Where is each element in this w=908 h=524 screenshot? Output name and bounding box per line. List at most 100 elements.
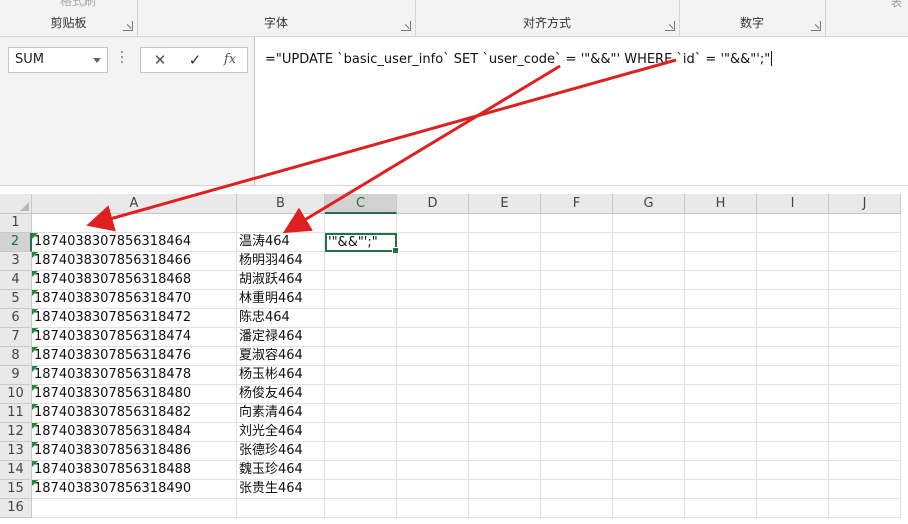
cell-i8[interactable] [757,347,829,366]
cell-j4[interactable] [829,271,901,290]
row-header[interactable]: 4 [0,271,32,290]
cell-j16[interactable] [829,499,901,518]
cell-j10[interactable] [829,385,901,404]
cell-j14[interactable] [829,461,901,480]
cell-d13[interactable] [397,442,469,461]
cell-f11[interactable] [541,404,613,423]
row-header[interactable]: 6 [0,309,32,328]
cell-c1[interactable] [325,214,397,233]
cell-b5[interactable]: 林重明464 [237,290,325,309]
cell-j11[interactable] [829,404,901,423]
cell-b14[interactable]: 魏玉珍464 [237,461,325,480]
cell-f16[interactable] [541,499,613,518]
cell-b1[interactable] [237,214,325,233]
cell-h15[interactable] [685,480,757,499]
cell-a13[interactable]: 1874038307856318486 [32,442,237,461]
cell-a16[interactable] [32,499,237,518]
enter-icon[interactable]: ✓ [180,48,210,72]
cell-a10[interactable]: 1874038307856318480 [32,385,237,404]
cell-i6[interactable] [757,309,829,328]
cell-d12[interactable] [397,423,469,442]
cell-b4[interactable]: 胡淑跃464 [237,271,325,290]
cell-c11[interactable] [325,404,397,423]
cell-h2[interactable] [685,233,757,252]
cell-g14[interactable] [613,461,685,480]
cell-d16[interactable] [397,499,469,518]
cell-c8[interactable] [325,347,397,366]
cell-f9[interactable] [541,366,613,385]
cell-g3[interactable] [613,252,685,271]
cell-h1[interactable] [685,214,757,233]
cell-h9[interactable] [685,366,757,385]
cell-g2[interactable] [613,233,685,252]
cell-f15[interactable] [541,480,613,499]
cell-h13[interactable] [685,442,757,461]
cell-f5[interactable] [541,290,613,309]
cell-c13[interactable] [325,442,397,461]
cell-d2[interactable] [397,233,469,252]
cell-h10[interactable] [685,385,757,404]
column-header-h[interactable]: H [685,194,757,214]
cell-d3[interactable] [397,252,469,271]
cell-i10[interactable] [757,385,829,404]
cell-g4[interactable] [613,271,685,290]
cell-h3[interactable] [685,252,757,271]
row-header[interactable]: 13 [0,442,32,461]
cell-i11[interactable] [757,404,829,423]
cell-a12[interactable]: 1874038307856318484 [32,423,237,442]
cell-g15[interactable] [613,480,685,499]
cell-g7[interactable] [613,328,685,347]
cell-j1[interactable] [829,214,901,233]
cell-d1[interactable] [397,214,469,233]
cell-b12[interactable]: 刘光全464 [237,423,325,442]
column-header-d[interactable]: D [397,194,469,214]
cell-g1[interactable] [613,214,685,233]
cell-j9[interactable] [829,366,901,385]
cell-b2[interactable]: 温涛464 [237,233,325,252]
select-all-button[interactable] [0,194,32,214]
row-header[interactable]: 15 [0,480,32,499]
row-header[interactable]: 14 [0,461,32,480]
cell-e6[interactable] [469,309,541,328]
cell-g16[interactable] [613,499,685,518]
cell-d5[interactable] [397,290,469,309]
fill-handle[interactable] [392,247,399,254]
cell-j6[interactable] [829,309,901,328]
cell-c16[interactable] [325,499,397,518]
row-header[interactable]: 7 [0,328,32,347]
row-header[interactable]: 12 [0,423,32,442]
cell-i2[interactable] [757,233,829,252]
cell-c7[interactable] [325,328,397,347]
cell-b6[interactable]: 陈忠464 [237,309,325,328]
cell-f8[interactable] [541,347,613,366]
cell-c10[interactable] [325,385,397,404]
cell-h7[interactable] [685,328,757,347]
cell-j13[interactable] [829,442,901,461]
cell-g5[interactable] [613,290,685,309]
cell-i12[interactable] [757,423,829,442]
clipboard-dialog-launcher-icon[interactable] [123,21,133,31]
cell-i16[interactable] [757,499,829,518]
cell-f6[interactable] [541,309,613,328]
cell-b13[interactable]: 张德珍464 [237,442,325,461]
cell-d14[interactable] [397,461,469,480]
cell-b9[interactable]: 杨玉彬464 [237,366,325,385]
formula-bar-splitter[interactable] [121,51,124,71]
column-header-e[interactable]: E [469,194,541,214]
row-header[interactable]: 1 [0,214,32,233]
cell-g12[interactable] [613,423,685,442]
cancel-icon[interactable]: ✕ [145,48,175,72]
cell-d6[interactable] [397,309,469,328]
cell-i1[interactable] [757,214,829,233]
cell-a1[interactable] [32,214,237,233]
cell-i15[interactable] [757,480,829,499]
cell-e3[interactable] [469,252,541,271]
cell-c5[interactable] [325,290,397,309]
cell-a15[interactable]: 1874038307856318490 [32,480,237,499]
cell-i3[interactable] [757,252,829,271]
cell-c12[interactable] [325,423,397,442]
cell-f7[interactable] [541,328,613,347]
cell-j7[interactable] [829,328,901,347]
cell-f4[interactable] [541,271,613,290]
cell-e9[interactable] [469,366,541,385]
